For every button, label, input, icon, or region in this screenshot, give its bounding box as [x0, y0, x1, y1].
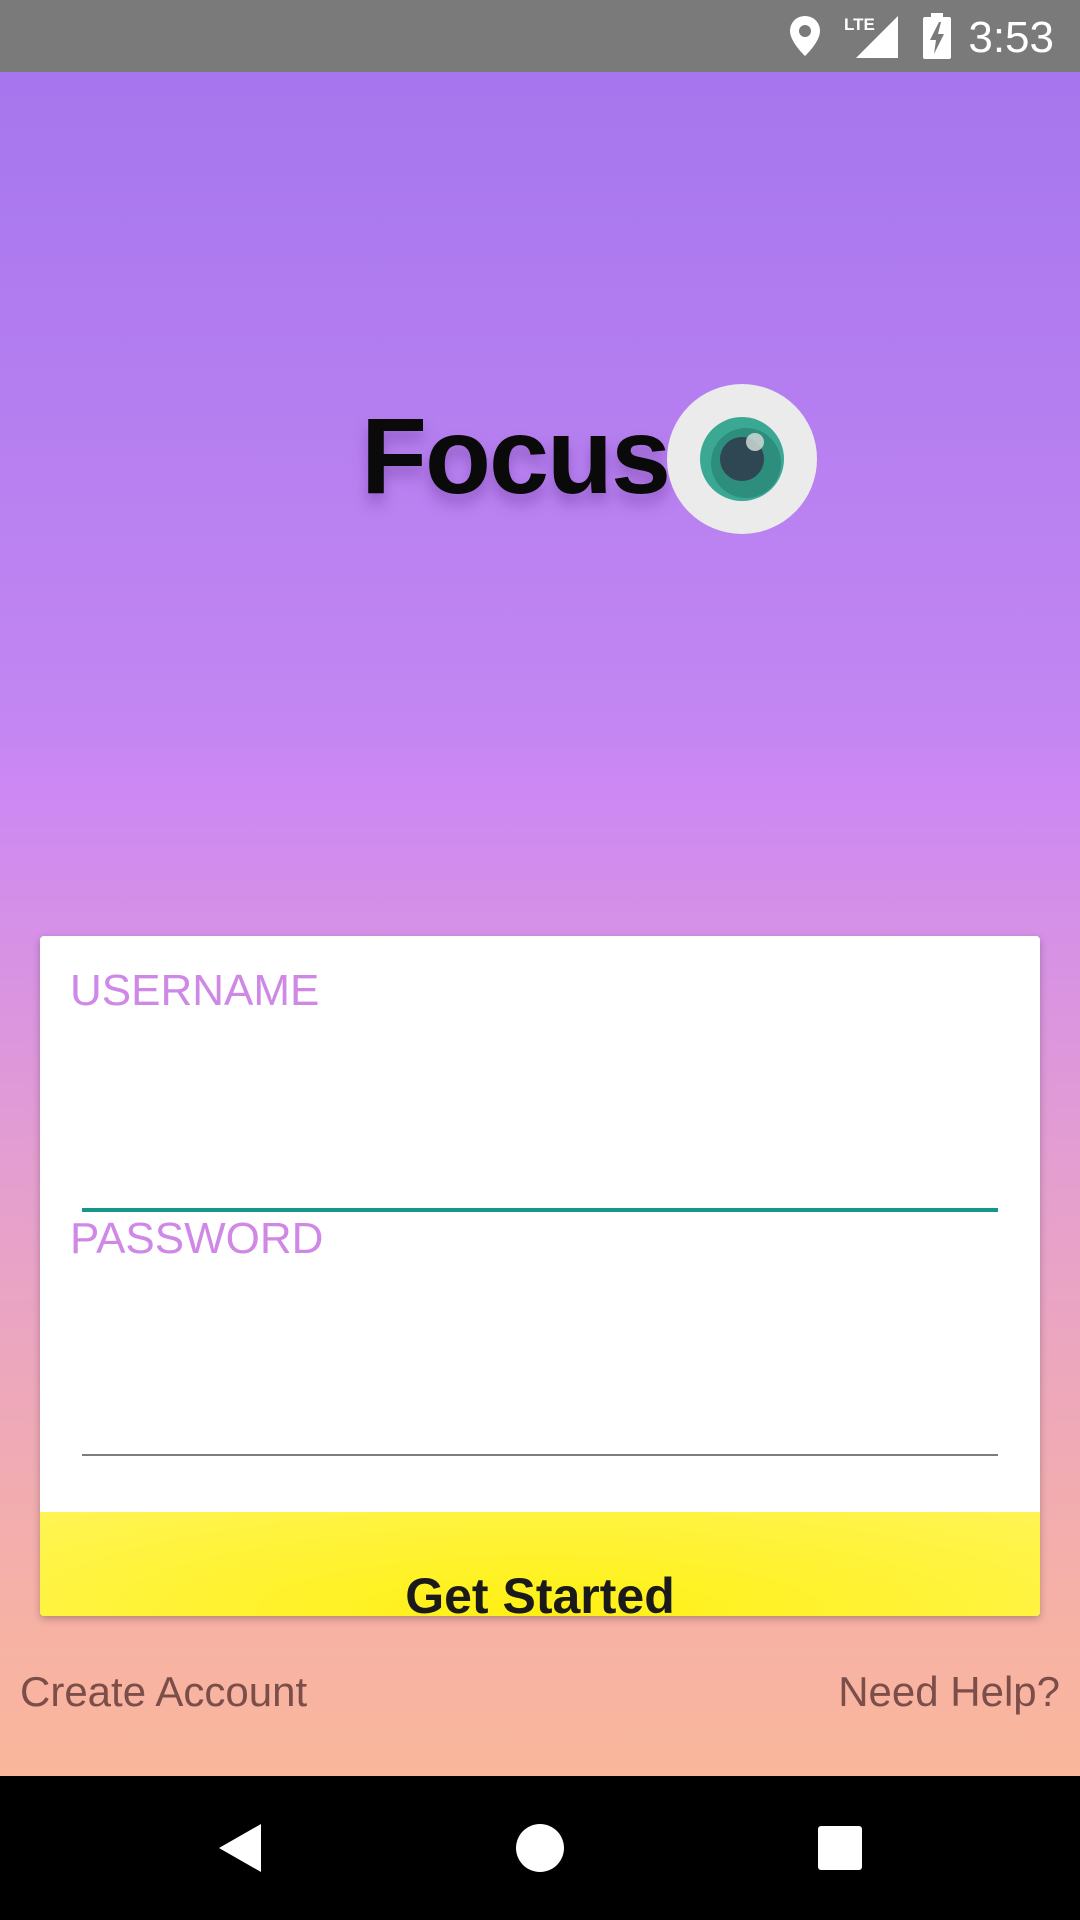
password-input[interactable] — [82, 1298, 998, 1368]
get-started-button[interactable]: Get Started — [40, 1512, 1040, 1616]
app-logo: Focus — [0, 384, 1080, 534]
password-label: PASSWORD — [70, 1214, 324, 1263]
back-icon[interactable] — [180, 1776, 300, 1920]
create-account-link[interactable]: Create Account — [20, 1668, 307, 1716]
need-help-link[interactable]: Need Help? — [838, 1668, 1060, 1716]
navigation-bar — [0, 1776, 1080, 1920]
app-title: Focus — [361, 395, 671, 516]
username-label: USERNAME — [70, 966, 320, 1015]
status-time: 3:53 — [968, 13, 1054, 62]
lte-signal-icon: LTE — [842, 0, 900, 72]
location-icon — [787, 0, 823, 72]
eye-icon — [667, 384, 817, 534]
recents-icon[interactable] — [780, 1776, 900, 1920]
home-icon[interactable] — [480, 1776, 600, 1920]
username-input[interactable] — [82, 1056, 998, 1126]
username-underline — [82, 1208, 998, 1212]
password-underline — [82, 1454, 998, 1456]
battery-charging-icon — [922, 0, 952, 72]
login-screen: Focus USERNAME PASSWORD Get Started Crea… — [0, 72, 1080, 1776]
login-card: USERNAME PASSWORD Get Started — [40, 936, 1040, 1616]
status-bar: LTE 3:53 — [0, 0, 1080, 72]
network-label: LTE — [844, 15, 875, 34]
